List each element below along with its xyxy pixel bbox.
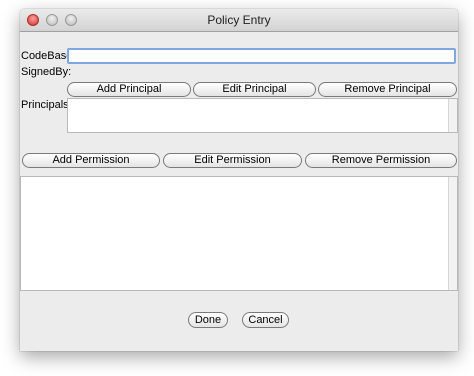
permissions-scrollbar[interactable] [448, 177, 457, 290]
cancel-button[interactable]: Cancel [242, 312, 289, 328]
window-title: Policy Entry [207, 13, 271, 27]
principals-scrollbar[interactable] [448, 99, 457, 132]
edit-principal-button[interactable]: Edit Principal [193, 82, 316, 97]
add-principal-button[interactable]: Add Principal [67, 82, 191, 97]
policy-entry-window: Policy Entry CodeBase: SignedBy: Add Pri… [20, 9, 458, 351]
done-button[interactable]: Done [188, 312, 228, 328]
remove-permission-button[interactable]: Remove Permission [305, 153, 457, 168]
edit-permission-button[interactable]: Edit Permission [163, 153, 302, 168]
codebase-input[interactable] [67, 48, 456, 64]
principals-list[interactable] [67, 98, 458, 133]
principals-label: Principals: [21, 99, 72, 111]
permissions-list[interactable] [20, 176, 458, 291]
add-permission-button[interactable]: Add Permission [22, 153, 160, 168]
remove-principal-button[interactable]: Remove Principal [318, 82, 457, 97]
title-bar[interactable]: Policy Entry [20, 9, 458, 32]
signedby-label: SignedBy: [21, 66, 72, 78]
